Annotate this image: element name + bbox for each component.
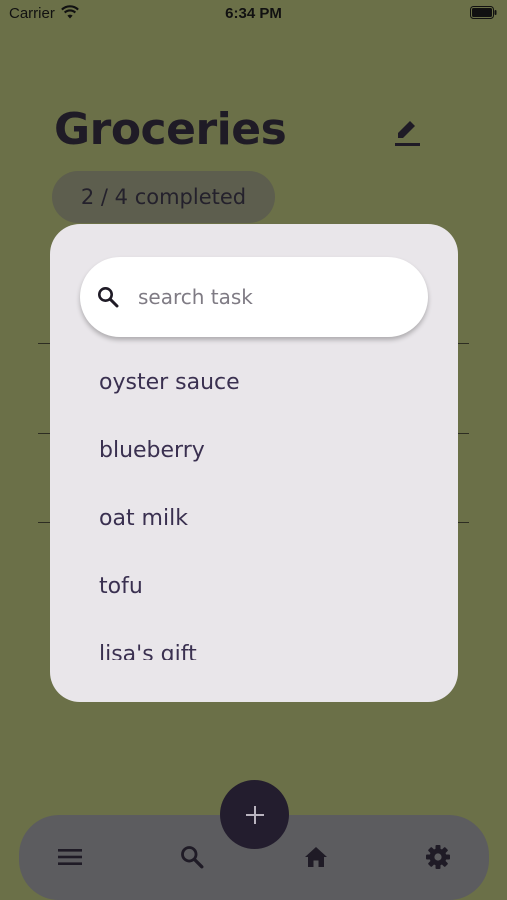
- list-item[interactable]: oat milk: [99, 499, 429, 539]
- home-icon: [305, 847, 327, 867]
- status-time: 6:34 PM: [225, 5, 282, 22]
- home-button[interactable]: [298, 839, 334, 875]
- edit-button[interactable]: [392, 116, 422, 148]
- settings-button[interactable]: [420, 839, 456, 875]
- search-icon: [98, 287, 119, 308]
- list-item[interactable]: lisa's gift: [99, 635, 429, 660]
- search-results: oyster sauce blueberry oat milk tofu lis…: [50, 354, 458, 660]
- edit-icon: [395, 121, 420, 146]
- list-item[interactable]: tofu: [99, 567, 429, 607]
- search-box[interactable]: [80, 257, 428, 337]
- battery-icon: [470, 6, 497, 19]
- menu-button[interactable]: [52, 839, 88, 875]
- search-popup: oyster sauce blueberry oat milk tofu lis…: [50, 224, 458, 702]
- search-icon: [181, 846, 204, 869]
- plus-icon: [245, 805, 264, 824]
- list-item[interactable]: oyster sauce: [99, 363, 429, 403]
- status-bar: Carrier 6:34 PM: [0, 0, 507, 28]
- page-title: Groceries: [54, 104, 287, 155]
- search-button[interactable]: [174, 839, 210, 875]
- progress-badge: 2 / 4 completed: [52, 171, 275, 223]
- settings-icon: [426, 845, 450, 869]
- search-input[interactable]: [138, 279, 408, 315]
- add-task-button[interactable]: [220, 780, 289, 849]
- list-item[interactable]: blueberry: [99, 431, 429, 471]
- menu-icon: [58, 849, 82, 865]
